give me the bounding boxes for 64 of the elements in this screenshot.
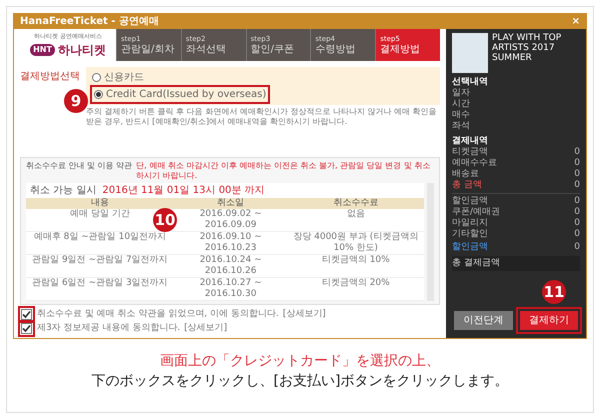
window-title: HanaFreeTicket - 공연예매 bbox=[20, 15, 159, 29]
column-header: 내용 bbox=[26, 198, 174, 209]
summary-value: 0 bbox=[574, 147, 580, 158]
summary-label: 총 결제금액 bbox=[452, 256, 580, 271]
section-title: 취소수수료 안내 및 이용 약관 bbox=[26, 161, 132, 172]
notice-text: 단, 예매 취소 마감시간 이후 예매하는 이전은 취소 불가, 관람일 당일 변경 및 취소하시기 바랍니다. bbox=[136, 161, 432, 181]
summary-label: 총 금액 bbox=[452, 180, 482, 191]
summary-label: 할인금액 bbox=[452, 196, 488, 207]
summary-value: 0 bbox=[574, 169, 580, 180]
poster-placeholder bbox=[452, 33, 488, 73]
agreement-text: 취소수수료 및 예매 취소 약관을 읽었으며, 이에 동의합니다. bbox=[37, 309, 279, 320]
radio-option[interactable]: Credit Card(Issued by overseas) bbox=[92, 87, 268, 102]
summary-label: 매수 bbox=[452, 110, 471, 121]
checkbox[interactable] bbox=[21, 323, 32, 334]
summary-value: 0 bbox=[574, 180, 580, 191]
checkbox[interactable] bbox=[21, 309, 32, 320]
details-link[interactable]: [상세보기] bbox=[282, 309, 326, 320]
previous-button[interactable]: 이전단계 bbox=[454, 311, 512, 330]
summary-label: 일자 bbox=[452, 88, 471, 99]
table-cell: 2016.09.10 ~ 2016.10.23 bbox=[174, 232, 288, 255]
pay-button[interactable]: 결제하기 bbox=[520, 311, 578, 330]
caption-text: 画面上の「クレジットカード」を選択の上、 bbox=[160, 352, 440, 371]
summary-label: 좌석 bbox=[452, 121, 471, 132]
summary-value: 0 bbox=[574, 207, 580, 218]
table-cell: 2016.10.27 ~ 2016.10.30 bbox=[174, 278, 288, 301]
summary-value: 0 bbox=[574, 158, 580, 169]
summary-label: 티켓금액 bbox=[452, 147, 488, 158]
table-cell: 관람일 6일전 ~관람일 3일전까지 bbox=[26, 278, 174, 301]
table-cell: 장당 4000원 부과 (티켓금액의 10% 한도) bbox=[288, 232, 424, 255]
table-cell: 티켓금액의 10% bbox=[288, 255, 424, 278]
column-header: 취소수수료 bbox=[288, 198, 424, 209]
column-header: 취소일 bbox=[174, 198, 288, 209]
section-heading: 선택내역 bbox=[452, 77, 489, 88]
number-badge: 11 bbox=[542, 280, 566, 304]
section-heading: 결제내역 bbox=[452, 136, 489, 147]
summary-value: 0 bbox=[574, 242, 580, 253]
table-cell: 티켓금액의 20% bbox=[288, 278, 424, 301]
summary-value: 0 bbox=[574, 218, 580, 229]
summary-label: 기타할인 bbox=[452, 229, 488, 240]
summary-label: 시간 bbox=[452, 99, 471, 110]
deadline-value: 2016년 11월 01일 13시 00분 까지 bbox=[102, 184, 265, 198]
payment-note: 주의 결제하기 버튼 클릭 후 다음 화면에서 예매확인시가 정상적으로 나타나지 않거나 예매 확인을 받은 경우, 반드시 [예매확인/취소]에서 예매내역을 확인하시기 바랍니다. bbox=[86, 107, 438, 127]
summary-value: 0 bbox=[574, 196, 580, 207]
details-link[interactable]: [상세보기] bbox=[184, 323, 228, 334]
table-cell: 없음 bbox=[288, 209, 424, 232]
logo-text: 하나티켓 bbox=[58, 42, 106, 58]
summary-label: 할인금액 bbox=[452, 242, 488, 253]
summary-label: 마일리지 bbox=[452, 218, 488, 229]
table-cell: 관람일 9일전 ~관람일 7일전까지 bbox=[26, 255, 174, 278]
caption-text: 下のボックスをクリックし、[お支払い]ボタンをクリックします。 bbox=[92, 372, 508, 391]
summary-label: 예매수수료 bbox=[452, 158, 497, 169]
table-cell: 예매후 8일 ~관람일 10일전까지 bbox=[26, 232, 174, 255]
summary-value: 0 bbox=[574, 229, 580, 240]
table-cell: 2016.10.24 ~ 2016.10.26 bbox=[174, 255, 288, 278]
radio-option[interactable]: 신용카드 bbox=[92, 70, 144, 85]
section-label: 결제방법선택 bbox=[20, 70, 80, 84]
event-title: PLAY WITH TOP ARTISTS 2017 SUMMER bbox=[492, 33, 562, 65]
close-button[interactable]: × bbox=[572, 16, 580, 26]
logo-badge: HNT bbox=[30, 44, 55, 56]
summary-label: 쿠폰/예매권 bbox=[452, 207, 500, 218]
deadline-label: 취소 가능 일시 bbox=[30, 184, 96, 198]
agreement-text: 제3자 정보제공 내용에 동의합니다. bbox=[37, 323, 180, 334]
summary-label: 배송료 bbox=[452, 169, 479, 180]
number-badge: 9 bbox=[64, 89, 88, 113]
